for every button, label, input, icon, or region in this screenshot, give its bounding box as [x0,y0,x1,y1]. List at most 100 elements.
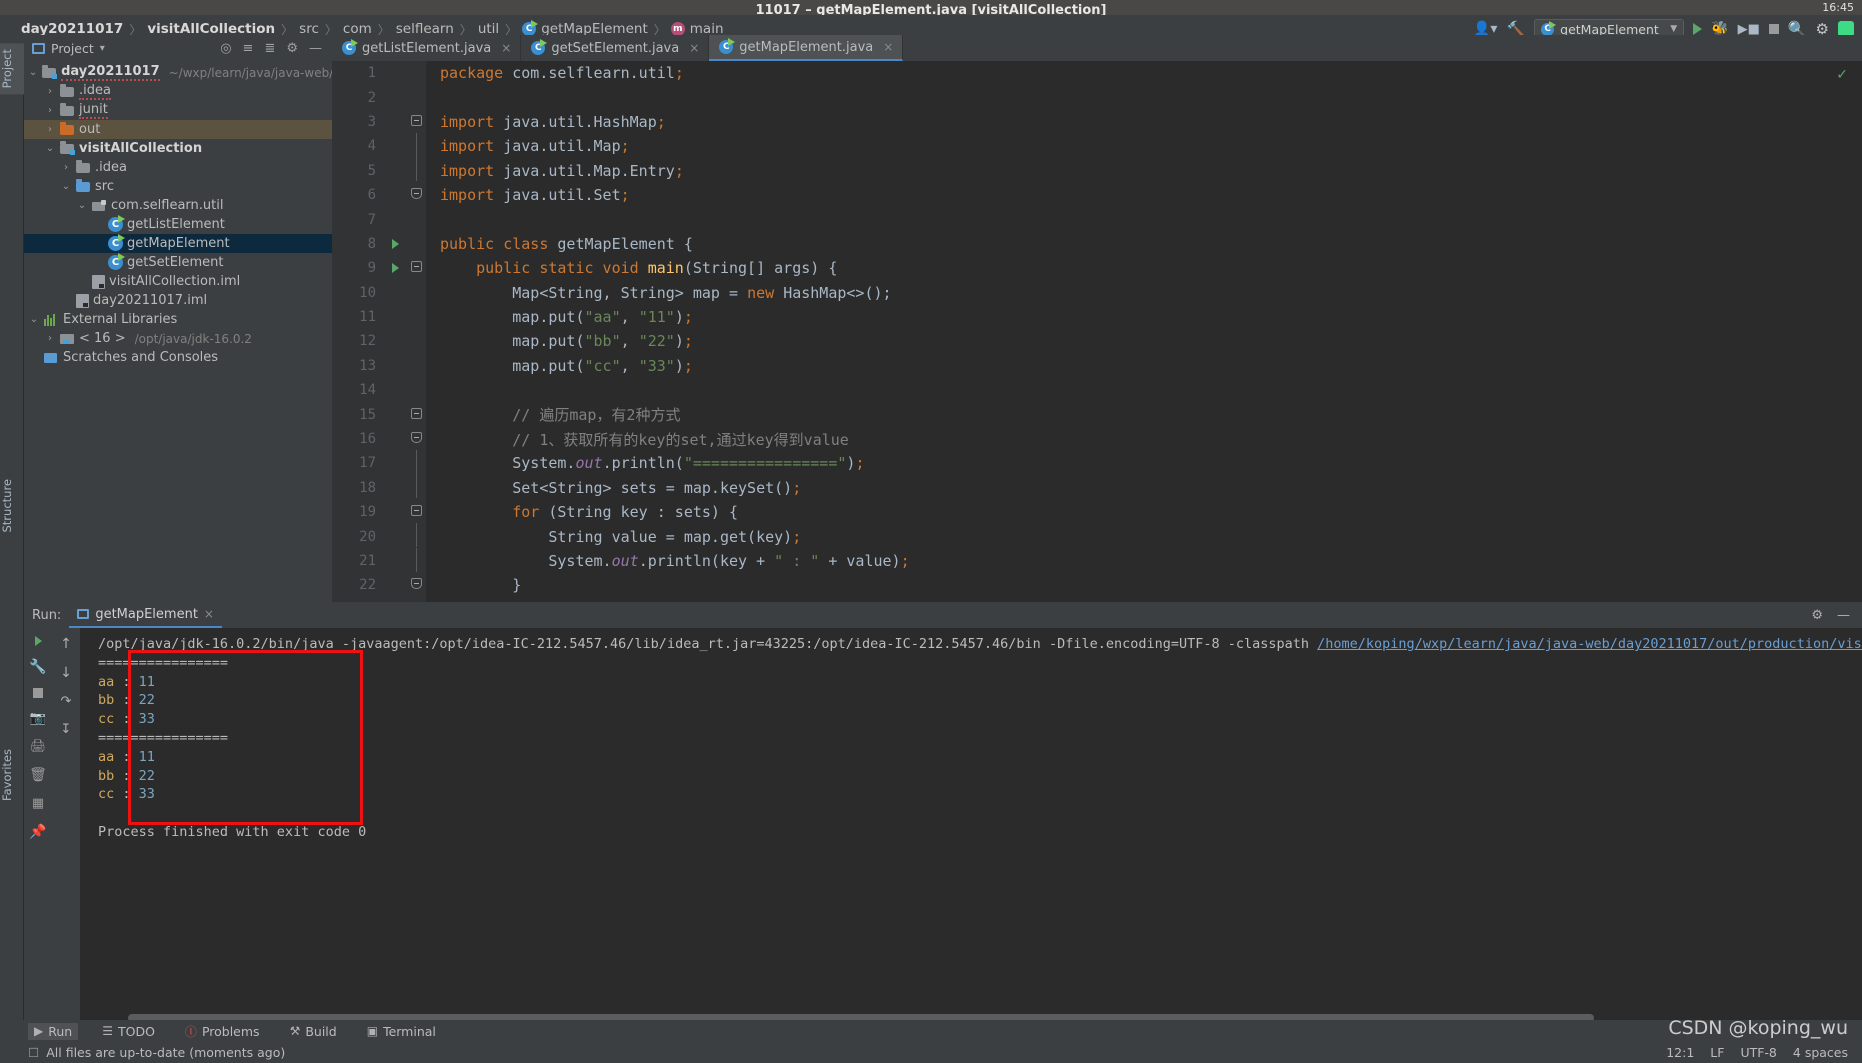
target-icon[interactable]: ◎ [220,41,231,56]
chevron-down-icon[interactable]: ⌄ [76,200,88,211]
chevron-down-icon[interactable]: ▾ [100,43,105,54]
chevron-right-icon[interactable]: › [60,162,72,173]
bottom-tab-problems[interactable]: Ⓘ Problems [179,1022,266,1041]
up-icon[interactable]: ↑ [60,636,72,652]
chevron-right-icon[interactable]: › [44,124,56,135]
close-icon[interactable]: × [204,607,214,621]
chevron-down-icon[interactable]: ⌄ [44,143,56,154]
run-icon[interactable] [1693,23,1703,35]
fold-marker-icon[interactable] [406,505,426,519]
chevron-right-icon[interactable]: › [44,105,56,116]
fold-marker-icon[interactable] [406,188,426,202]
chevron-right-icon[interactable]: › [76,276,88,287]
project-tree[interactable]: ⌄ day20211017 ~/wxp/learn/java/java-web/da… [24,63,332,367]
chevron-right-icon[interactable]: › [92,238,104,249]
tree-node-com-selflearn-util[interactable]: ⌄ com.selflearn.util [24,196,332,215]
close-icon[interactable]: × [883,40,893,54]
console-value: 11 [138,673,155,690]
tool-window-tab-project[interactable]: Project [0,43,24,95]
line-separator[interactable]: LF [1710,1045,1724,1060]
tree-node-src[interactable]: ⌄ src [24,177,332,196]
print-icon[interactable]: 🖨 [30,739,47,754]
stop-icon[interactable] [33,688,43,698]
tree-node-getlistelement[interactable]: › CgetListElement [24,215,332,234]
fold-marker-icon[interactable] [406,157,426,184]
fold-marker-icon[interactable] [406,474,426,501]
bottom-tab-run[interactable]: ▶ Run [28,1022,79,1040]
chevron-down-icon[interactable]: ⌄ [60,181,72,192]
layout-icon[interactable]: ▦ [32,796,44,811]
close-icon[interactable]: × [501,41,511,55]
console-output[interactable]: /opt/java/jdk-16.0.2/bin/java -javaagent… [80,628,1862,1034]
bottom-tab-todo[interactable]: ☰ TODO [96,1023,161,1040]
indent-setting[interactable]: 4 spaces [1793,1045,1848,1060]
chevron-right-icon[interactable]: › [44,333,56,344]
camera-icon[interactable]: 📷 [30,711,46,726]
chevron-right-icon[interactable]: › [28,352,40,363]
tree-node-visitallcollection-iml[interactable]: › visitAllCollection.iml [24,272,332,291]
expand-all-icon[interactable]: ≣ [264,41,275,56]
code-line: 13 map.put("cc", "33"); [332,354,1862,378]
tree-node-junit[interactable]: › junit [24,101,332,120]
hide-icon[interactable]: — [309,41,322,56]
tool-window-tab-favorites[interactable]: Favorites [0,743,24,807]
fold-marker-icon[interactable] [406,547,426,575]
caret-position[interactable]: 12:1 [1666,1045,1694,1060]
tree-node-day20211017-iml[interactable]: › day20211017.iml [24,291,332,310]
chevron-right-icon[interactable]: › [92,219,104,230]
bottom-tool-bar[interactable]: ▶ Run ☰ TODO Ⓘ Problems ⚒ Build ▣ Terminal [0,1020,1862,1042]
bottom-tab-terminal[interactable]: ▣ Terminal [361,1023,442,1040]
fold-marker-icon[interactable] [406,449,426,477]
tree-node-out[interactable]: › out [24,120,332,139]
trash-icon[interactable]: 🗑 [29,767,47,783]
fold-marker-icon[interactable] [406,261,426,275]
editor-tab-bar[interactable]: CgetListElement.java × CgetSetElement.java… [332,35,1862,61]
fold-marker-icon[interactable] [406,523,426,550]
chevron-down-icon[interactable]: ⌄ [28,314,40,325]
tree-node--idea[interactable]: › .idea [24,158,332,177]
gear-icon[interactable]: ⚙ [286,41,298,56]
tree-node-day20211017[interactable]: ⌄ day20211017 ~/wxp/learn/java/java-web/da… [24,63,332,82]
tool-window-tab-structure[interactable]: Structure [0,473,24,539]
stop-icon[interactable] [1768,24,1779,34]
tree-node-getsetelement[interactable]: › CgetSetElement [24,253,332,272]
collapse-all-icon[interactable]: ≡ [243,41,254,56]
chevron-right-icon[interactable]: › [60,295,72,306]
tree-node-external-libraries[interactable]: ⌄ External Libraries [24,310,332,329]
minimize-icon[interactable]: — [1837,608,1850,623]
chevron-down-icon[interactable]: ▼ [1670,24,1677,34]
code-editor[interactable]: 1 package com.selflearn.util; 2 3 import jav… [332,61,1862,602]
soft-wrap-icon[interactable]: ↷ [61,694,72,709]
chevron-right-icon[interactable]: › [44,86,56,97]
fold-marker-icon[interactable] [406,114,426,129]
bottom-tab-build[interactable]: ⚒ Build [284,1023,343,1040]
tree-node--idea[interactable]: › .idea [24,82,332,101]
tree-node-visitallcollection[interactable]: ⌄ visitAllCollection [24,139,332,158]
line-number: 2 [367,89,376,106]
run-tab-getmapelement[interactable]: getMapElement × [69,602,222,628]
run-gutter-icon[interactable] [384,238,406,249]
tree-node-scratches-and-consoles[interactable]: › Scratches and Consoles [24,348,332,367]
editor-tab-getlistelement-java[interactable]: CgetListElement.java × [332,35,522,61]
editor-tab-getmapelement-java[interactable]: CgetMapElement.java × [709,35,904,61]
fold-marker-icon[interactable] [406,432,426,446]
wrench-icon[interactable]: 🔧 [29,659,46,675]
pin-icon[interactable]: 📌 [29,824,46,840]
run-gutter-icon[interactable] [384,263,406,274]
chevron-right-icon[interactable]: › [92,257,104,268]
tree-node-getmapelement[interactable]: › CgetMapElement [24,234,332,253]
console-classpath-link[interactable]: /home/koping/wxp/learn/java/java-web/day… [1317,636,1862,652]
down-icon[interactable]: ↓ [60,665,72,681]
gear-icon[interactable]: ⚙ [1811,608,1823,623]
rerun-icon[interactable] [34,636,42,646]
tree-node---16--[interactable]: › < 16 > /opt/java/jdk-16.0.2 [24,329,332,348]
scroll-end-icon[interactable]: ↧ [61,722,72,737]
editor-tab-getsetelement-java[interactable]: CgetSetElement.java × [521,35,710,61]
close-icon[interactable]: × [689,41,699,55]
fold-marker-icon[interactable] [406,407,426,422]
fold-marker-icon[interactable] [406,578,426,592]
file-encoding[interactable]: UTF-8 [1740,1045,1776,1060]
line-number: 10 [359,284,376,301]
fold-marker-icon[interactable] [406,132,426,160]
chevron-down-icon[interactable]: ⌄ [28,67,38,78]
